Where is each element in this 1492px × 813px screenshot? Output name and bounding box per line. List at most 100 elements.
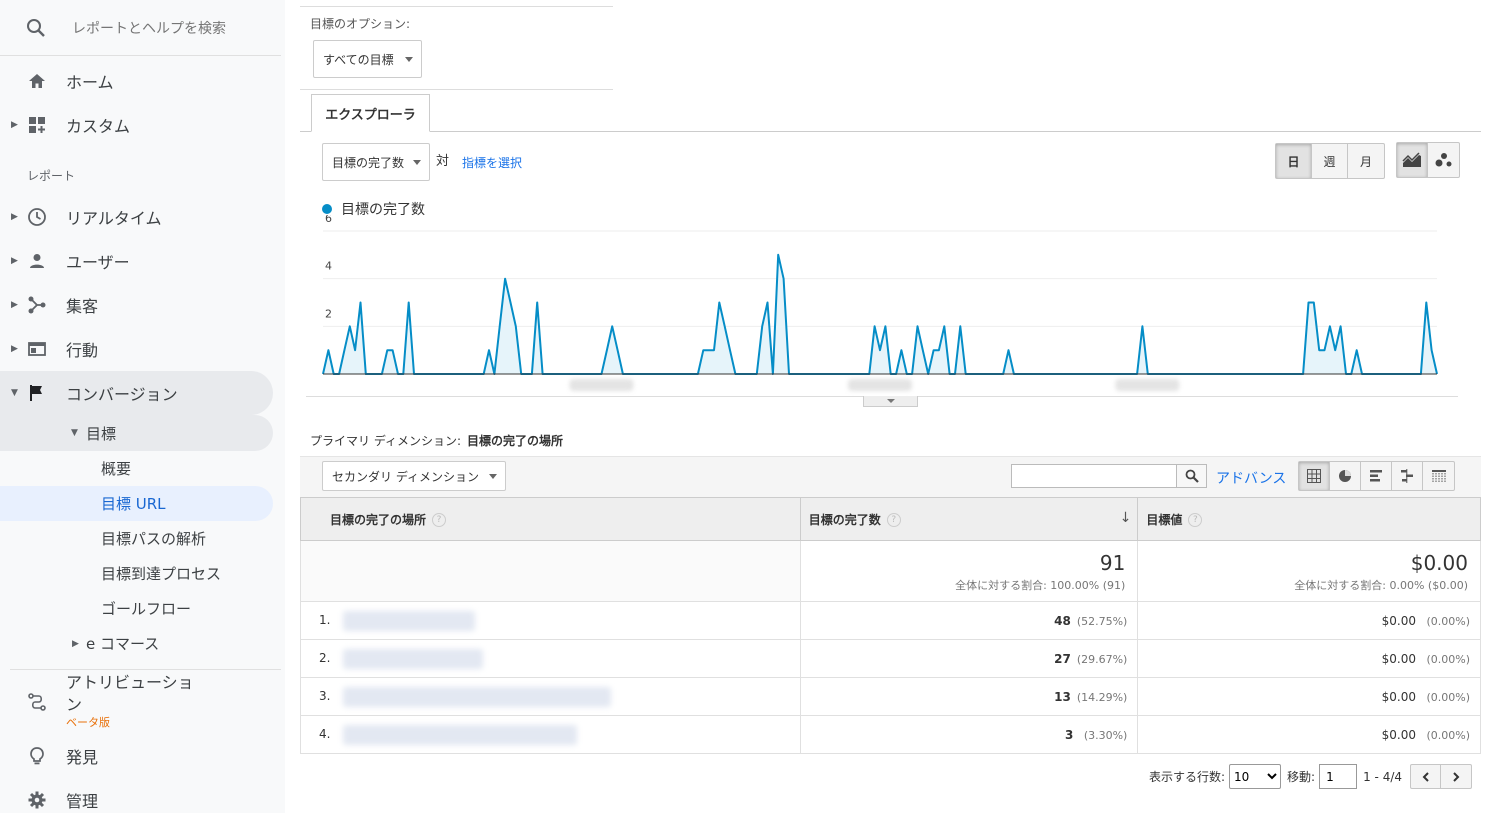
sidebar-item-custom[interactable]: ▶ カスタム [0, 103, 285, 147]
sidebar-item-funnel[interactable]: 目標到達プロセス [0, 556, 285, 591]
goto-label: 移動: [1287, 770, 1316, 784]
metric-select[interactable]: 目標の完了数 [322, 143, 430, 181]
sidebar-item-ecommerce[interactable]: ▶ e コマース [0, 626, 285, 661]
person-icon [27, 251, 47, 271]
redacted-url[interactable] [343, 686, 611, 707]
sidebar-item-goal-flow[interactable]: ゴールフロー [0, 591, 285, 626]
dropdown-arrow-icon [489, 474, 497, 479]
sidebar-item-label: ユーザー [66, 253, 130, 272]
table-search-button[interactable] [1177, 464, 1207, 488]
sidebar-item-label: 行動 [66, 341, 99, 360]
y-tick-label: 6 [325, 215, 332, 225]
sidebar-item-realtime[interactable]: ▶ リアルタイム [0, 195, 285, 239]
chevron-right-icon: ▶ [11, 300, 18, 310]
primary-dimension-value[interactable]: 目標の完了の場所 [467, 434, 563, 448]
sidebar-item-home[interactable]: ホーム [0, 59, 285, 103]
page-range: 1 - 4/4 [1363, 769, 1402, 784]
sidebar-item-label: カスタム [66, 117, 131, 136]
report-table: 目標の完了の場所? 目標の完了数? ↓ 目標値? 91 全体に対する割合: 100… [300, 497, 1481, 754]
table-row: 2. 27 (29.67%) $0.00 (0.00%) [300, 639, 1481, 678]
goto-page-input[interactable] [1319, 764, 1358, 789]
sidebar-item-admin[interactable]: 管理 [0, 778, 285, 813]
tab-explorer[interactable]: エクスプローラ [311, 94, 430, 132]
line-chart[interactable]: 2 4 6 [300, 215, 1481, 415]
sidebar-item-audience[interactable]: ▶ ユーザー [0, 239, 285, 283]
chevron-right-icon: ▶ [11, 120, 18, 130]
page-nav [1410, 764, 1472, 789]
comparison-icon [1401, 469, 1413, 483]
line-chart-button[interactable] [1397, 143, 1428, 177]
advanced-filter-link[interactable]: アドバンス [1216, 468, 1286, 488]
sidebar-item-label: リアルタイム [66, 209, 162, 228]
prev-page-button[interactable] [1411, 765, 1441, 788]
sidebar-item-goals[interactable]: ▼ 目標 [0, 415, 273, 451]
pagination: 表示する行数: 10 移動: 1 - 4/4 [1149, 764, 1472, 789]
chevron-right-icon: ▶ [11, 212, 18, 222]
section-label-reports: レポート [27, 168, 76, 183]
attribution-icon [27, 692, 47, 712]
bar-icon [1370, 470, 1382, 482]
primary-dimension: プライマリ ディメンション: 目標の完了の場所 [310, 434, 564, 448]
total-completions: 91 [1099, 551, 1126, 575]
column-header-completions[interactable]: 目標の完了数? ↓ [799, 497, 1139, 541]
pie-icon [1339, 470, 1351, 482]
help-icon[interactable]: ? [1188, 513, 1203, 527]
sidebar-item-acquisition[interactable]: ▶ 集客 [0, 283, 285, 327]
legend-dot [322, 204, 332, 214]
comparison-view-button[interactable] [1392, 462, 1423, 490]
chart-expander[interactable] [863, 396, 918, 407]
total-value: $0.00 [1410, 551, 1468, 575]
home-icon [27, 71, 47, 91]
line-chart-icon [1402, 152, 1421, 167]
pivot-view-button[interactable] [1423, 462, 1454, 490]
rows-per-page-select[interactable]: 10 [1229, 764, 1282, 789]
y-tick-label: 2 [325, 307, 332, 320]
redacted-url[interactable] [343, 610, 475, 631]
sidebar-item-conversions[interactable]: ▼ コンバージョン [0, 371, 273, 415]
sidebar-item-attribution[interactable]: アトリビューション ベータ版 [0, 670, 285, 734]
motion-chart-button[interactable] [1428, 143, 1459, 177]
sidebar-item-discover[interactable]: 発見 [0, 734, 285, 778]
redacted-url[interactable] [343, 724, 577, 745]
help-icon[interactable]: ? [886, 513, 901, 527]
performance-view-button[interactable] [1361, 462, 1392, 490]
period-month-button[interactable]: 月 [1348, 144, 1384, 178]
goal-select[interactable]: すべての目標 [313, 40, 422, 78]
redacted-url[interactable] [343, 648, 483, 669]
sidebar-item-label: 集客 [66, 297, 99, 316]
acquisition-icon [27, 295, 47, 315]
sidebar-item-behavior[interactable]: ▶ 行動 [0, 327, 285, 371]
sidebar-item-label: コンバージョン [66, 385, 178, 404]
dropdown-arrow-icon [413, 160, 421, 165]
column-header-location[interactable]: 目標の完了の場所? [300, 497, 801, 541]
totals-row: 91 全体に対する割合: 100.00% (91) $0.00 全体に対する割合… [300, 540, 1481, 602]
grid-icon [1307, 469, 1321, 483]
sidebar-item-goal-urls[interactable]: 目標 URL [0, 486, 273, 521]
total-value-share: 全体に対する割合: 0.00% ($0.00) [1294, 579, 1468, 592]
sidebar-item-label: 発見 [66, 748, 99, 767]
data-view-button[interactable] [1299, 462, 1330, 490]
column-header-value[interactable]: 目標値? [1137, 497, 1481, 541]
table-search-input[interactable] [1011, 464, 1177, 488]
sidebar-item-label: 目標 [86, 424, 117, 443]
sidebar-search[interactable]: レポートとヘルプを検索 [0, 0, 281, 56]
sidebar-item-goal-overview[interactable]: 概要 [0, 451, 285, 486]
chevron-down-icon: ▼ [71, 428, 78, 438]
goal-options-panel: 目標のオプション: すべての目標 [300, 6, 613, 90]
sidebar-item-reverse-goal-path[interactable]: 目標パスの解析 [0, 521, 285, 556]
secondary-dimension-select[interactable]: セカンダリ ディメンション [322, 461, 506, 491]
flag-icon [27, 383, 47, 403]
sidebar-item-label: ホーム [66, 73, 114, 92]
period-day-button[interactable]: 日 [1276, 144, 1312, 178]
rows-label: 表示する行数: [1149, 770, 1226, 784]
select-metric-link[interactable]: 指標を選択 [462, 154, 522, 171]
dropdown-arrow-icon [405, 57, 413, 62]
x-tick-label-redacted [848, 379, 912, 391]
chevron-left-icon [1422, 771, 1429, 782]
period-week-button[interactable]: 週 [1312, 144, 1348, 178]
total-completions-share: 全体に対する割合: 100.00% (91) [955, 579, 1126, 592]
sidebar-item-label: アトリビューション [66, 673, 194, 714]
next-page-button[interactable] [1441, 765, 1471, 788]
pie-view-button[interactable] [1330, 462, 1361, 490]
help-icon[interactable]: ? [432, 513, 447, 527]
